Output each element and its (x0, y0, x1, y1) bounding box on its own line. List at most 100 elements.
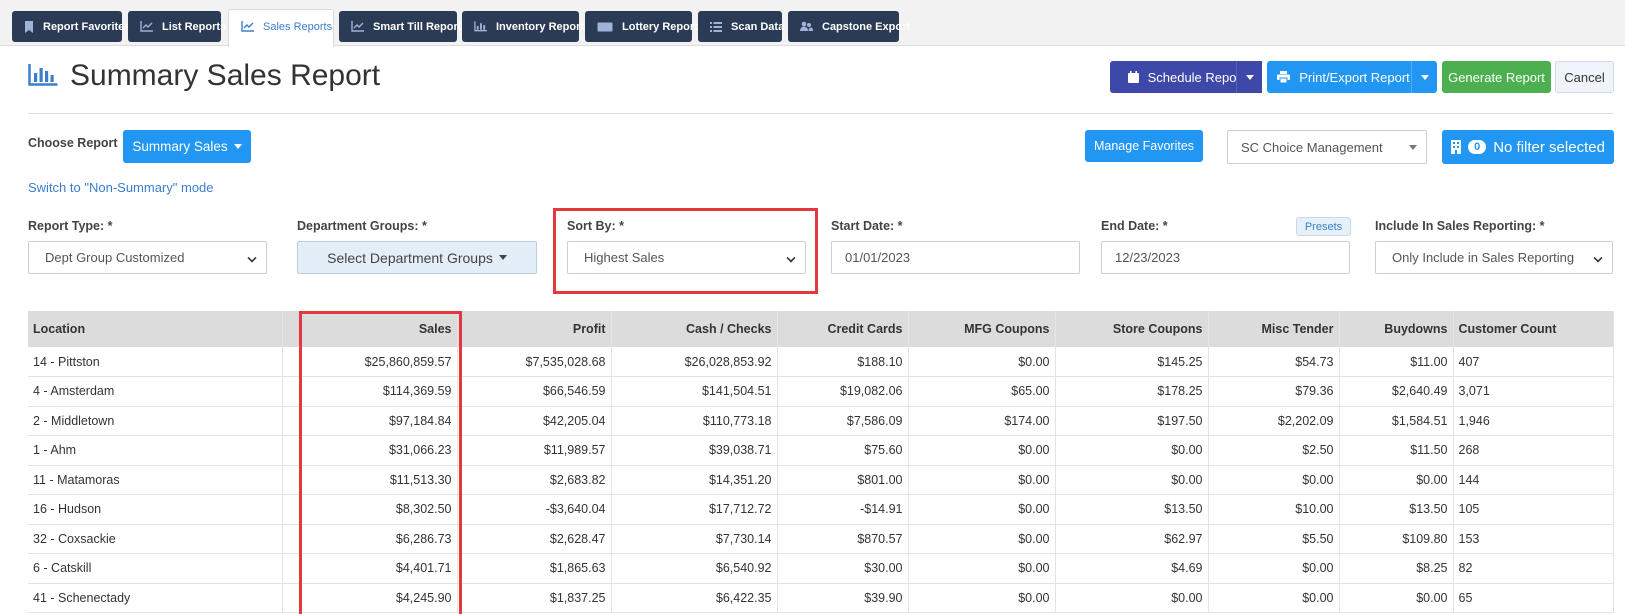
filter-button[interactable]: 0 No filter selected (1442, 130, 1614, 164)
print-export-button[interactable]: Print/Export Report (1267, 61, 1420, 93)
start-date-label: Start Date: * (831, 219, 903, 233)
cell-misc-tender: $0.00 (1208, 583, 1340, 613)
table-row[interactable]: 1 - Ahm $31,066.23 $11,989.57 $39,038.71 $75… (28, 435, 1614, 466)
column-header-cash-checks[interactable]: Cash / Checks (611, 311, 778, 347)
tab-lottery-reports[interactable]: Lottery Reports (585, 11, 704, 42)
line-chart-icon (140, 20, 153, 33)
end-date-input[interactable]: 12/23/2023 (1101, 241, 1350, 274)
tab-capstone-export[interactable]: Capstone Export (788, 11, 910, 42)
table-row[interactable]: 16 - Hudson $8,302.50 -$3,640.04 $17,712.72… (28, 494, 1614, 525)
table-row[interactable]: 4 - Amsterdam $114,369.59 $66,546.59 $141,5… (28, 376, 1614, 407)
cell-buydowns: $109.80 (1339, 524, 1454, 554)
table-row[interactable]: 14 - Pittston $25,860,859.57 $7,535,028.68… (28, 347, 1614, 377)
schedule-report-dropdown[interactable] (1236, 61, 1262, 93)
table-row[interactable]: 6 - Catskill $4,401.71 $1,865.63 $6,540.92 $… (28, 553, 1614, 584)
cell-misc-tender: $2.50 (1208, 435, 1340, 466)
generate-report-button[interactable]: Generate Report (1442, 61, 1551, 93)
column-header-misc-tender[interactable]: Misc Tender (1208, 311, 1340, 347)
cell-profit: -$3,640.04 (457, 494, 612, 525)
cell-customer-count: 3,071 (1453, 376, 1614, 407)
cell-store-coupons: $178.25 (1055, 376, 1209, 407)
include-in-sales-select[interactable]: Only Include in Sales Reporting (1375, 241, 1613, 274)
column-header-credit-cards[interactable]: Credit Cards (777, 311, 909, 347)
sales-summary-table: Location Sales Profit Cash / Checks Cred… (28, 311, 1614, 613)
tab-inventory-reports[interactable]: Inventory Reports (462, 11, 590, 42)
cell-credit-cards: $870.57 (777, 524, 909, 554)
cell-profit: $66,546.59 (457, 376, 612, 407)
cell-buydowns: $2,640.49 (1339, 376, 1454, 407)
cell-store-coupons: $197.50 (1055, 406, 1209, 436)
line-chart-icon (241, 20, 254, 33)
department-groups-dropdown[interactable]: Select Department Groups (297, 241, 537, 274)
printer-icon (1277, 71, 1291, 83)
cell-cash-checks: $14,351.20 (611, 465, 778, 495)
report-type-select[interactable]: Dept Group Customized (28, 241, 267, 274)
chevron-down-icon (247, 253, 257, 263)
print-export-dropdown[interactable] (1411, 61, 1437, 93)
caret-down-icon (1409, 145, 1417, 150)
presets-button[interactable]: Presets (1296, 217, 1351, 236)
cell-profit: $42,205.04 (457, 406, 612, 436)
cell-cash-checks: $17,712.72 (611, 494, 778, 525)
cell-mfg-coupons: $0.00 (908, 347, 1056, 377)
cell-store-coupons: $4.69 (1055, 553, 1209, 584)
tab-scan-data[interactable]: Scan Data (698, 11, 784, 42)
tab-sales-reports[interactable]: Sales Reports (228, 9, 334, 47)
manage-favorites-button[interactable]: Manage Favorites (1085, 130, 1203, 162)
cell-customer-count: 153 (1453, 524, 1614, 554)
table-row[interactable]: 41 - Schenectady $4,245.90 $1,837.25 $6,422… (28, 583, 1614, 613)
cell-cash-checks: $6,422.35 (611, 583, 778, 613)
column-header-customer-count[interactable]: Customer Count (1453, 311, 1614, 347)
sort-by-highlight-box (553, 208, 818, 294)
cell-cash-checks: $110,773.18 (611, 406, 778, 436)
include-in-sales-label: Include In Sales Reporting: * (1375, 219, 1545, 233)
cell-location: 41 - Schenectady (28, 583, 283, 613)
users-icon (800, 20, 813, 33)
cell-profit: $2,628.47 (457, 524, 612, 554)
table-row[interactable]: 2 - Middletown $97,184.84 $42,205.04 $110,7… (28, 406, 1614, 436)
choose-report-dropdown[interactable]: Summary Sales (123, 130, 251, 163)
report-category-tabs: Report Favorites List Reports Sales Repo… (0, 0, 1625, 47)
list-icon (710, 20, 722, 33)
cell-misc-tender: $79.36 (1208, 376, 1340, 407)
cell-cash-checks: $26,028,853.92 (611, 347, 778, 377)
chevron-down-icon (1420, 74, 1429, 80)
cell-location: 2 - Middletown (28, 406, 283, 436)
calendar-icon (1127, 71, 1139, 83)
table-row[interactable]: 32 - Coxsackie $6,286.73 $2,628.47 $7,730.1… (28, 524, 1614, 554)
cell-mfg-coupons: $0.00 (908, 465, 1056, 495)
building-icon (1451, 140, 1462, 154)
cell-mfg-coupons: $0.00 (908, 494, 1056, 525)
start-date-input[interactable]: 01/01/2023 (831, 241, 1080, 274)
tab-list-reports[interactable]: List Reports (128, 11, 226, 42)
cell-customer-count: 407 (1453, 347, 1614, 377)
cell-customer-count: 268 (1453, 435, 1614, 466)
end-date-label: End Date: * (1101, 219, 1168, 233)
table-row[interactable]: 11 - Matamoras $11,513.30 $2,683.82 $14,351… (28, 465, 1614, 495)
cell-cash-checks: $7,730.14 (611, 524, 778, 554)
tab-report-favorites[interactable]: Report Favorites (12, 11, 130, 42)
cell-customer-count: 105 (1453, 494, 1614, 525)
column-header-mfg-coupons[interactable]: MFG Coupons (908, 311, 1056, 347)
filter-count-badge: 0 (1468, 140, 1487, 154)
cell-mfg-coupons: $0.00 (908, 583, 1056, 613)
non-summary-mode-link[interactable]: Switch to "Non-Summary" mode (28, 180, 214, 195)
cell-misc-tender: $0.00 (1208, 465, 1340, 495)
cancel-button[interactable]: Cancel (1555, 61, 1614, 93)
cell-customer-count: 82 (1453, 553, 1614, 584)
cell-buydowns: $11.00 (1339, 347, 1454, 377)
column-header-buydowns[interactable]: Buydowns (1339, 311, 1454, 347)
cell-customer-count: 144 (1453, 465, 1614, 495)
company-select[interactable]: SC Choice Management (1227, 130, 1427, 164)
tab-smart-till-reports[interactable]: Smart Till Reports (339, 11, 468, 42)
column-header-store-coupons[interactable]: Store Coupons (1055, 311, 1209, 347)
cell-store-coupons: $145.25 (1055, 347, 1209, 377)
choose-report-label: Choose Report (28, 136, 118, 150)
cell-profit: $1,837.25 (457, 583, 612, 613)
cell-misc-tender: $54.73 (1208, 347, 1340, 377)
divider (28, 113, 1613, 114)
cell-location: 16 - Hudson (28, 494, 283, 525)
column-header-location[interactable]: Location (28, 311, 283, 347)
cell-buydowns: $0.00 (1339, 583, 1454, 613)
column-header-profit[interactable]: Profit (457, 311, 612, 347)
